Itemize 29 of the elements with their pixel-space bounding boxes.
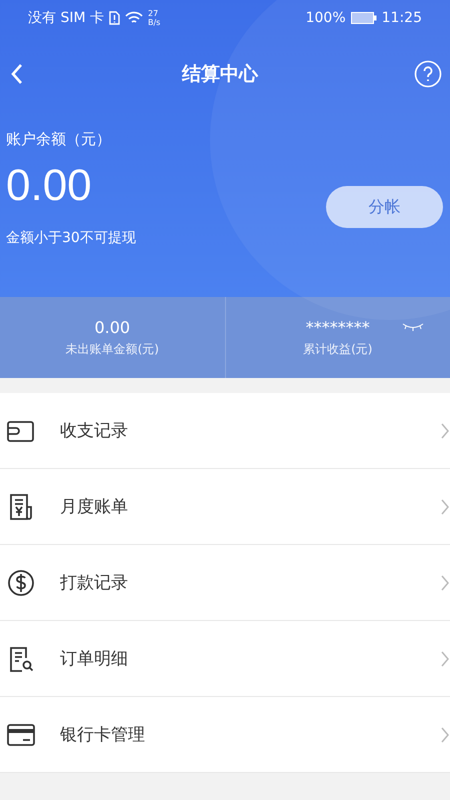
speed-value: 27 bbox=[148, 9, 160, 18]
balance-label: 账户余额（元） bbox=[6, 130, 111, 149]
carrier-text: 没有 SIM 卡 bbox=[28, 9, 104, 27]
stat-value: 0.00 bbox=[94, 318, 130, 336]
chevron-icon bbox=[440, 726, 450, 744]
page-title: 结算中心 bbox=[182, 62, 258, 87]
menu-item[interactable]: 银行卡管理 bbox=[0, 697, 450, 773]
sim-alert-icon bbox=[109, 11, 120, 25]
wifi-icon bbox=[125, 11, 143, 25]
dollar-icon bbox=[6, 568, 36, 598]
closed-eye-icon[interactable] bbox=[402, 323, 424, 331]
withdraw-note: 金额小于30不可提现 bbox=[6, 229, 136, 247]
help-button[interactable] bbox=[414, 60, 442, 88]
speed-unit: B/s bbox=[148, 18, 160, 27]
stat-label: 累计收益(元) bbox=[303, 340, 372, 358]
chevron-icon bbox=[440, 422, 450, 440]
chevron-icon bbox=[440, 574, 450, 592]
chevron-icon bbox=[440, 498, 450, 516]
menu-item[interactable]: 收支记录 bbox=[0, 393, 450, 469]
menu-item[interactable]: 订单明细 bbox=[0, 621, 450, 697]
balance-amount: 0.00 bbox=[6, 161, 92, 211]
chevron-icon bbox=[440, 650, 450, 668]
menu-item[interactable]: 月度账单 bbox=[0, 469, 450, 545]
clock-time: 11:25 bbox=[382, 10, 422, 26]
stat-label: 未出账单金额(元) bbox=[66, 340, 159, 358]
battery-percent: 100% bbox=[306, 10, 346, 26]
stat-value: ******** bbox=[306, 318, 370, 336]
battery-icon bbox=[350, 12, 377, 24]
menu-item[interactable]: 打款记录 bbox=[0, 545, 450, 621]
